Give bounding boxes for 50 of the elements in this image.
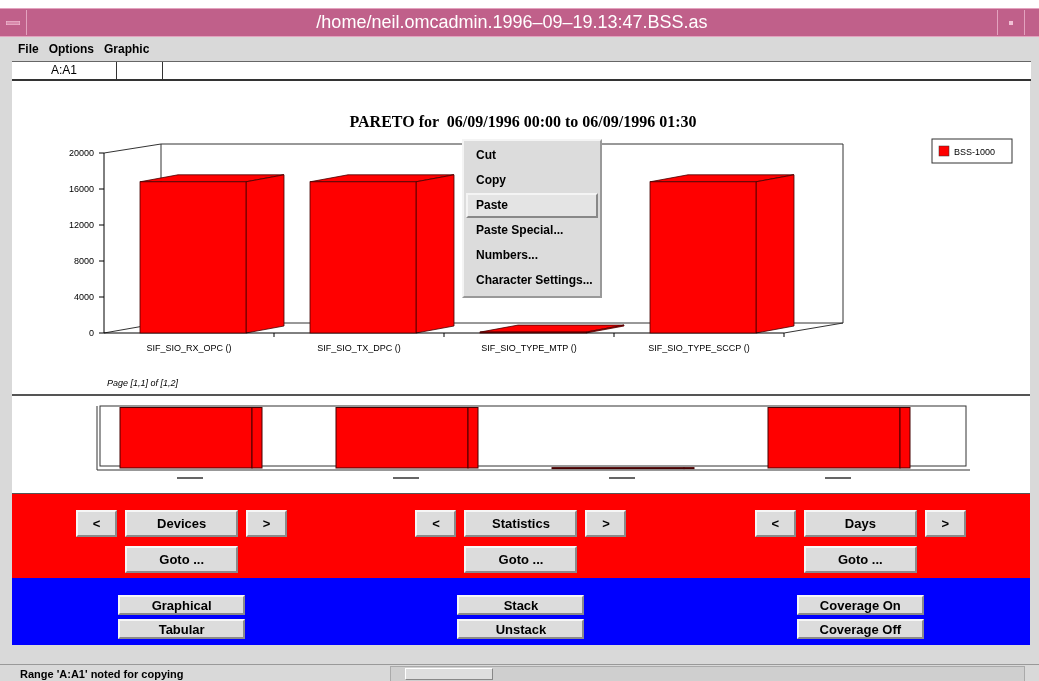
y-tick-label: 0 [89,328,94,338]
window-title: /home/neil.omcadmin.1996–09–19.13:47.BSS.as [315,12,709,33]
menu-item[interactable]: Paste [466,193,598,218]
goto-button[interactable]: Goto ... [464,546,578,573]
chart-title: PARETO for 06/09/1996 00:00 to 06/09/1996 01:30 [349,113,697,130]
previous-button[interactable]: < [76,510,118,537]
menu-item[interactable]: Graphic [104,42,150,56]
category-button[interactable]: Days [803,510,917,537]
minimize-icon[interactable] [1009,20,1013,25]
x-tick-label: SIF_SIO_TYPE_MTP () [481,343,577,353]
menu-item[interactable]: Cut [466,143,598,168]
menu-item[interactable]: Numbers... [466,243,598,268]
y-tick-label: 8000 [73,256,94,266]
view-button[interactable]: Coverage On [796,595,924,615]
y-tick-label: 4000 [73,292,94,302]
window-menu-icon[interactable] [6,20,20,25]
legend: BSS-1000 [931,138,1013,164]
goto-button[interactable]: Goto ... [125,546,239,573]
overview-tick-label-mark [177,477,203,479]
overview-tick-label-mark [393,477,419,479]
menu-item[interactable]: Copy [466,168,598,193]
category-button[interactable]: Devices [125,510,239,537]
x-tick-label: SIF_SIO_RX_OPC () [146,343,232,353]
page-label: Page [1,1] of [1,2] [107,378,179,388]
cell-reference: A:A1 [12,62,117,79]
goto-button[interactable]: Goto ... [803,546,917,573]
previous-button[interactable]: < [754,510,796,537]
view-button[interactable]: Graphical [118,595,246,615]
overview-tick-label-mark [825,477,851,479]
next-button[interactable]: > [585,510,627,537]
previous-button[interactable]: < [415,510,457,537]
y-tick-label: 16000 [68,184,94,194]
x-tick-label: SIF_SIO_TX_DPC () [317,343,401,353]
horizontal-scrollbar[interactable] [390,665,1025,681]
status-text: Range 'A:A1' noted for copying [19,667,185,680]
view-button[interactable]: Coverage Off [796,619,924,639]
view-button[interactable]: Unstack [457,619,585,639]
y-tick-label: 20000 [68,148,94,158]
menu-item[interactable]: Character Settings... [466,268,598,293]
menu-item[interactable]: Paste Special... [466,218,598,243]
next-button[interactable]: > [924,510,966,537]
menu-item[interactable]: Options [48,42,94,56]
view-button[interactable]: Tabular [118,619,246,639]
next-button[interactable]: > [246,510,288,537]
x-tick-label: SIF_SIO_TYPE_SCCP () [648,343,750,353]
menu-item[interactable]: File [18,42,39,56]
category-button[interactable]: Statistics [464,510,578,537]
view-button[interactable]: Stack [457,595,585,615]
y-tick-label: 12000 [68,220,94,230]
overview-tick-label-mark [609,477,635,479]
